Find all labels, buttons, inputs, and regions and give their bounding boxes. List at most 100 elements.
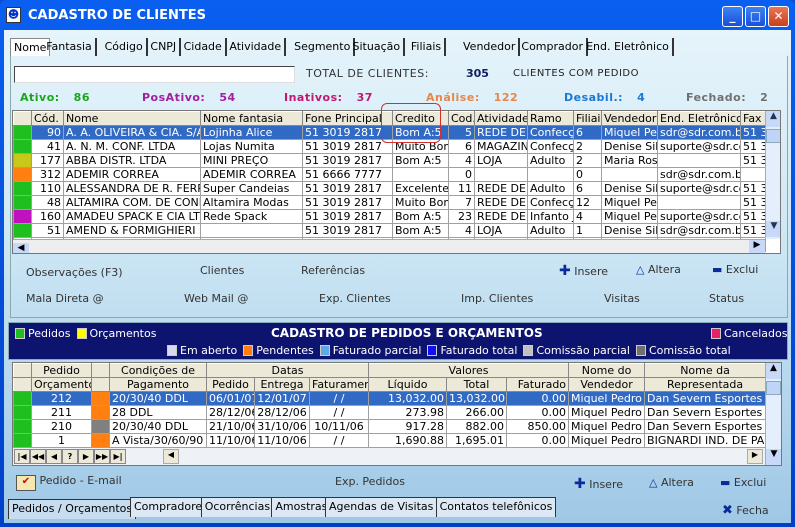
orders-scroll-left-icon[interactable]: ◀	[163, 449, 179, 464]
imp-clientes-button[interactable]: Imp. Clientes	[461, 292, 533, 305]
tab-filiais[interactable]: Filiais	[408, 38, 447, 56]
altera-client-button[interactable]: △ Altera	[636, 263, 681, 276]
insere-order-button[interactable]: ✚ Insere	[574, 476, 623, 492]
header-orcamento[interactable]: Orçamento	[31, 377, 92, 392]
nav-button[interactable]: ?	[62, 449, 78, 464]
client-row[interactable]: 48 ALTAMIRA COM. DE CONF Altamira Modas 51 …	[13, 195, 766, 210]
scroll-right-icon[interactable]: ▶	[749, 240, 765, 253]
client-row[interactable]: 160 AMADEU SPACK E CIA LTD Rede Spack 51 30…	[13, 209, 766, 224]
column-header[interactable]: Cód.	[31, 111, 64, 126]
nav-button[interactable]: ◀◀	[30, 449, 46, 464]
column-header[interactable]: Fone Principal	[302, 111, 393, 126]
header-representada[interactable]: Nome da	[644, 363, 767, 378]
clients-with-order-label[interactable]: CLIENTES COM PEDIDO	[513, 68, 639, 79]
scroll-down-icon[interactable]: ▼	[766, 449, 781, 465]
column-header[interactable]: Vendedor	[601, 111, 658, 126]
visitas-button[interactable]: Visitas	[604, 292, 640, 305]
order-row[interactable]: 1A Vista/30/60/90 d 11/10/06 11/10/06/ /1,…	[13, 433, 767, 448]
nav-button[interactable]: ▶|	[110, 449, 126, 464]
order-row[interactable]: 212 20/30/40 DDL 06/01/07 12/01/07/ /13,032…	[13, 391, 767, 406]
mala-direta-button[interactable]: Mala Direta @	[26, 292, 104, 305]
order-row[interactable]: 211 28 DDL 28/12/06 28/12/06/ /273.98 266.00…	[13, 405, 767, 420]
header-total[interactable]: Total	[446, 377, 508, 392]
clientes-button[interactable]: Clientes	[200, 264, 244, 277]
tab-segmento[interactable]: Segmento	[291, 38, 356, 56]
client-cell: suporte@sdr.com	[657, 209, 741, 224]
pedido-email-button[interactable]: ✔ Pedido - E-mail	[16, 474, 122, 491]
fecha-button[interactable]: ✖ Fecha	[722, 503, 769, 518]
column-header[interactable]: Atividade	[474, 111, 528, 126]
exclui-order-button[interactable]: ▬ Exclui	[720, 476, 766, 489]
status-button[interactable]: Status	[709, 292, 744, 305]
exp-clientes-button[interactable]: Exp. Clientes	[319, 292, 391, 305]
altera-order-button[interactable]: △ Altera	[649, 476, 694, 489]
column-header[interactable]: Ramo	[527, 111, 574, 126]
clients-horizontal-scrollbar[interactable]: ◀ ▶	[13, 239, 765, 253]
scroll-up-icon[interactable]: ▲	[766, 363, 781, 379]
bottom-tab-4[interactable]: Agendas de Visitas	[325, 497, 438, 517]
exp-pedidos-button[interactable]: Exp. Pedidos	[335, 475, 405, 488]
search-input[interactable]	[14, 66, 295, 83]
tab-cnpj[interactable]: CNPJ	[147, 38, 182, 56]
header-liquido[interactable]: Líquido	[368, 377, 448, 392]
header-faturado[interactable]: Faturado	[506, 377, 570, 392]
column-header[interactable]: Nome fantasia	[200, 111, 303, 126]
nav-button[interactable]: ◀	[46, 449, 62, 464]
header-entrega[interactable]: Entrega	[254, 377, 310, 392]
client-row[interactable]: 312 ADEMIR CORREA ADEMIR CORREA 51 6666 777…	[13, 167, 766, 182]
client-row[interactable]: 110 ALESSANDRA DE R. FERR Super Candeias 51…	[13, 181, 766, 196]
column-header[interactable]: Cod.	[448, 111, 475, 126]
scroll-thumb[interactable]	[766, 129, 780, 143]
scroll-up-icon[interactable]: ▲	[766, 111, 780, 127]
bottom-tab-3[interactable]: Amostras	[271, 497, 332, 517]
web-mail-button[interactable]: Web Mail @	[184, 292, 248, 305]
header-condicoes[interactable]: Condições de	[109, 363, 207, 378]
tab-comprador[interactable]: Comprador	[518, 38, 588, 56]
nav-button[interactable]: |◀	[14, 449, 30, 464]
tab-end-eletr-nico[interactable]: End. Eletrônico	[583, 38, 674, 56]
clients-vertical-scrollbar[interactable]: ▲ ▼	[765, 111, 780, 239]
legend-swatch	[427, 345, 438, 356]
client-row[interactable]: 51 AMEND & FORMIGHIERI LT 51 3019 2817 Bom …	[13, 223, 766, 238]
order-row[interactable]: 210 20/30/40 DDL 21/10/06 31/10/06 10/11/06 9…	[13, 419, 767, 434]
bottom-tab-2[interactable]: Ocorrências	[200, 497, 275, 517]
scroll-thumb[interactable]	[766, 381, 781, 395]
column-header[interactable]: Filiais	[573, 111, 602, 126]
tab-c-digo[interactable]: Código	[102, 38, 148, 56]
order-cell: 0.00	[506, 433, 570, 448]
scroll-down-icon[interactable]: ▼	[766, 221, 780, 237]
header-pagamento[interactable]: Pagamento	[109, 377, 207, 392]
nav-button[interactable]: ▶▶	[94, 449, 110, 464]
header-vendedor[interactable]: Nome do	[568, 363, 646, 378]
nav-button[interactable]: ▶	[78, 449, 94, 464]
header-vendedor-2[interactable]: Vendedor	[568, 377, 646, 392]
column-header[interactable]: Nome	[63, 111, 201, 126]
observacoes-button[interactable]: Observações (F3)	[26, 266, 123, 279]
bottom-tab-0[interactable]: Pedidos / Orçamentos	[8, 499, 137, 519]
tab-fantasia[interactable]: Fantasia	[43, 38, 97, 56]
insere-client-button[interactable]: ✚ Insere	[559, 263, 608, 279]
close-button[interactable]: ✕	[768, 6, 789, 27]
bottom-tab-1[interactable]: Compradores	[130, 497, 212, 517]
header-representada-2[interactable]: Representada	[644, 377, 767, 392]
scroll-left-icon[interactable]: ◀	[13, 243, 29, 253]
tab-atividade[interactable]: Atividade	[226, 38, 287, 56]
minimize-button[interactable]: _	[722, 6, 743, 27]
bottom-tab-5[interactable]: Contatos telefônicos	[435, 497, 557, 517]
maximize-button[interactable]: □	[745, 6, 766, 27]
referencias-button[interactable]: Referências	[301, 264, 365, 277]
client-cell: 4	[448, 223, 475, 238]
header-data-pedido[interactable]: Pedido	[206, 377, 255, 392]
orders-vertical-scrollbar[interactable]: ▲ ▼	[765, 363, 781, 465]
stat-label: Inativos:	[284, 91, 343, 104]
header-faturamento[interactable]: Faturamen.	[308, 377, 370, 392]
exclui-client-button[interactable]: ▬ Exclui	[712, 263, 758, 276]
header-pedido[interactable]: Pedido	[31, 363, 92, 378]
tab-situa-o[interactable]: Situação	[350, 38, 406, 56]
tab-cidade[interactable]: Cidade	[181, 38, 227, 56]
client-row[interactable]: 177 ABBA DISTR. LTDA MINI PREÇO 51 3019 281…	[13, 153, 766, 168]
orders-scroll-right-icon[interactable]: ▶	[747, 449, 763, 464]
tab-vendedor[interactable]: Vendedor	[460, 38, 521, 56]
column-header[interactable]: End. Eletrônico	[657, 111, 741, 126]
column-header[interactable]: Fax	[740, 111, 766, 126]
